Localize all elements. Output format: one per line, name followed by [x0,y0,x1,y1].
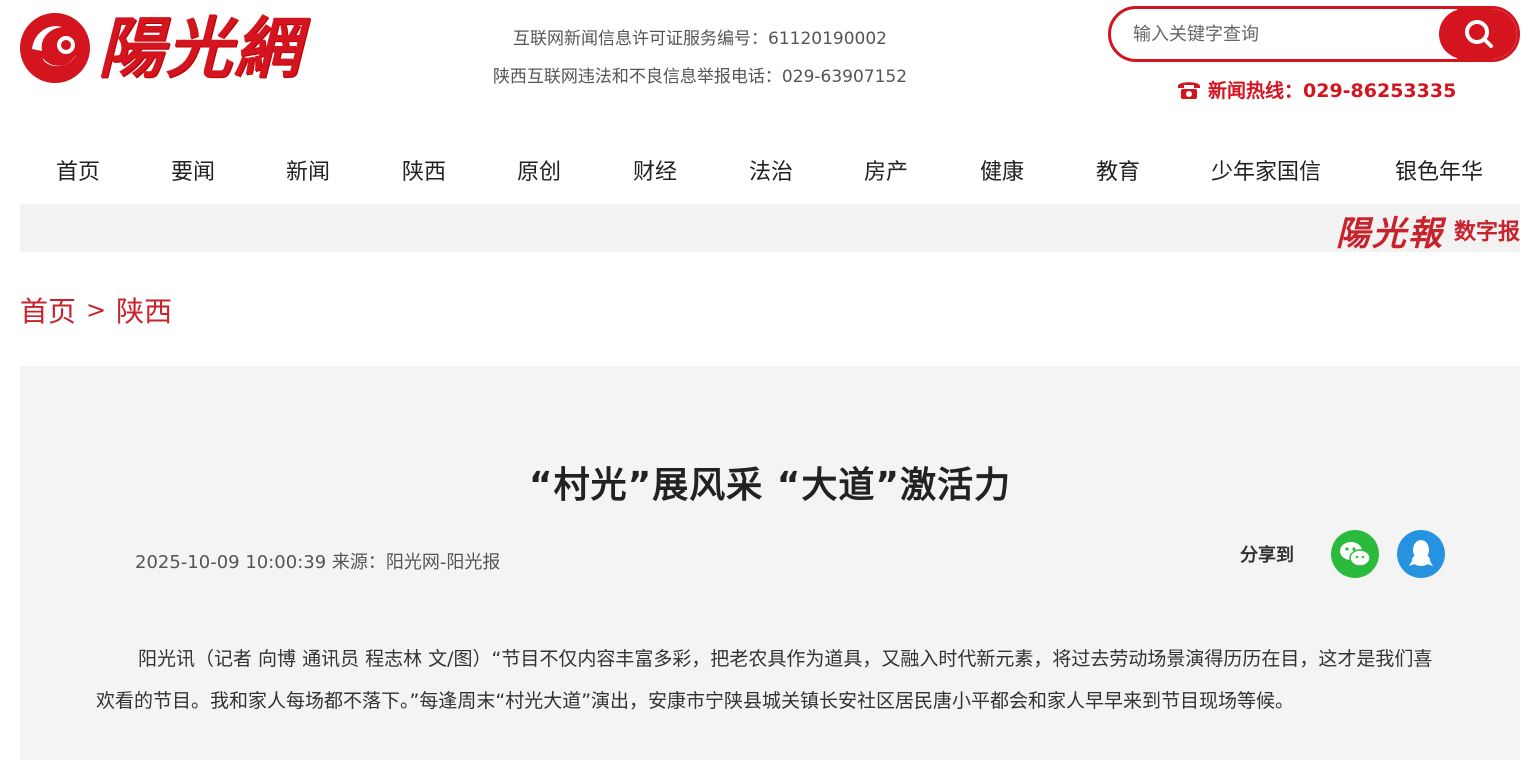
license-number: 互联网新闻信息许可证服务编号：61120190002 [513,29,887,49]
article-paragraph: 阳光讯（记者 向博 通讯员 程志林 文/图）“节目不仅内容丰富多彩，把老农具作为… [96,648,1433,712]
logo-wordmark: 陽光網 [98,9,302,87]
nav-item-original[interactable]: 原创 [517,154,561,186]
nav-item-finance[interactable]: 财经 [633,154,677,186]
breadcrumb: 首页 > 陕西 [20,290,172,330]
nav-item-education[interactable]: 教育 [1096,154,1140,186]
telephone-icon [1178,82,1200,99]
search-box [1108,6,1520,62]
digital-label: 数字报 [1453,220,1520,245]
report-phone: 陕西互联网违法和不良信息举报电话：029-63907152 [492,67,908,87]
nav-item-realestate[interactable]: 房产 [864,154,908,186]
main-nav: 首页 要闻 新闻 陕西 原创 财经 法治 房产 健康 教育 少年家国信 银色年华 [0,142,1535,202]
breadcrumb-separator: > [86,296,107,324]
wechat-share-button[interactable] [1331,530,1379,578]
sun-logo-icon [20,13,90,83]
site-logo[interactable]: 陽光網 [18,6,318,90]
article-panel: “村光”展风采 “大道”激活力 2025-10-09 10:00:39 来源：阳… [20,366,1520,760]
nav-item-youth[interactable]: 少年家国信 [1211,154,1321,186]
nav-item-silver-age[interactable]: 银色年华 [1395,154,1483,186]
search-button[interactable] [1439,9,1517,59]
qq-icon [1409,540,1433,566]
wechat-icon [1340,542,1371,567]
nav-item-news[interactable]: 新闻 [286,154,330,186]
digital-paper-banner: 陽光報 数字报 [20,204,1520,254]
nav-item-law[interactable]: 法治 [749,154,793,186]
nav-item-shaanxi[interactable]: 陕西 [402,154,446,186]
search-icon [1465,20,1493,48]
news-hotline: 新闻热线：029-86253335 [1176,74,1456,104]
qq-share-button[interactable] [1397,530,1445,578]
share-label: 分享到 [1240,545,1294,566]
nav-item-health[interactable]: 健康 [980,154,1024,186]
breadcrumb-home[interactable]: 首页 [20,290,76,330]
article-title: “村光”展风采 “大道”激活力 [528,465,1012,506]
license-info: 互联网新闻信息许可证服务编号：61120190002 陕西互联网违法和不良信息举… [470,20,930,96]
breadcrumb-current[interactable]: 陕西 [116,290,172,330]
nav-item-home[interactable]: 首页 [56,154,100,186]
nav-item-headlines[interactable]: 要闻 [171,154,215,186]
hotline-text: 新闻热线：029-86253335 [1208,79,1457,102]
article-meta: 2025-10-09 10:00:39 来源：阳光网-阳光报 [135,552,501,573]
paper-name: 陽光報 [1335,213,1444,254]
site-header: 陽光網 互联网新闻信息许可证服务编号：61120190002 陕西互联网违法和不… [0,0,1535,130]
search-input[interactable] [1111,9,1461,59]
digital-paper-link[interactable]: 陽光報 数字报 [1335,208,1520,254]
